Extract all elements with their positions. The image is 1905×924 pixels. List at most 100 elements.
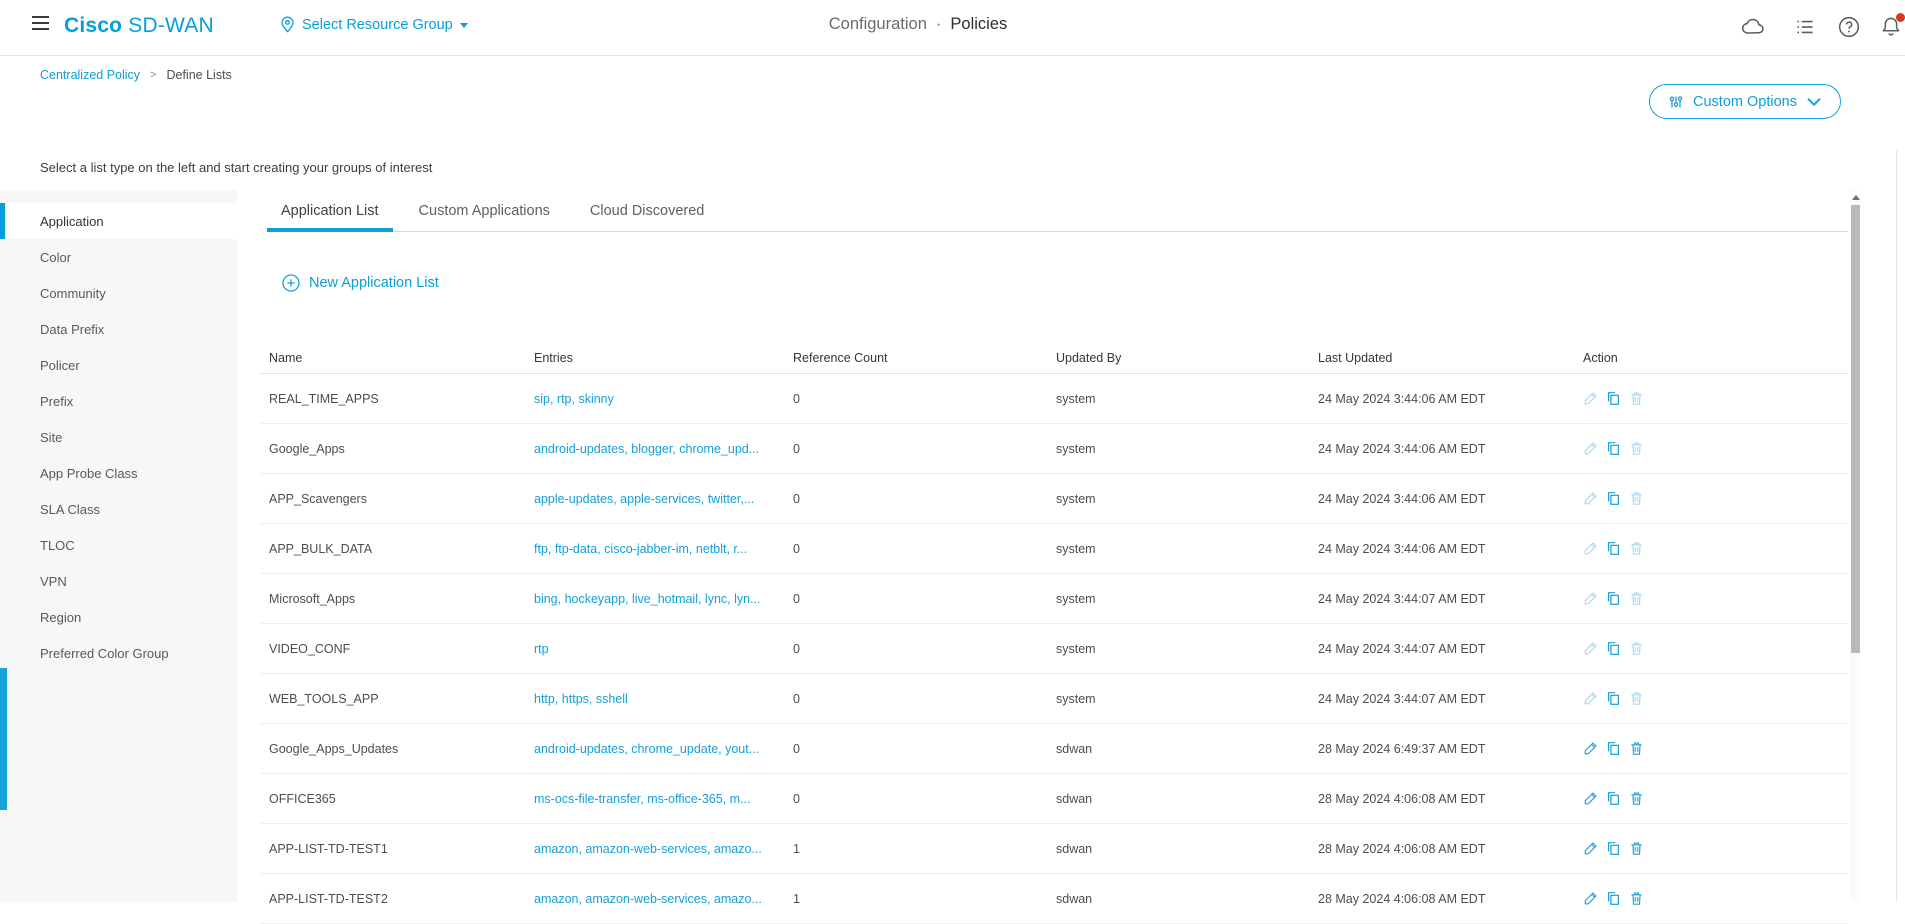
delete-icon[interactable] [1629, 441, 1644, 456]
edit-icon[interactable] [1583, 391, 1598, 406]
tab-application-list[interactable]: Application List [267, 190, 393, 231]
sidebar-item-vpn[interactable]: VPN [0, 563, 237, 599]
last-updated: 24 May 2024 3:44:07 AM EDT [1318, 692, 1583, 706]
reference-count: 0 [793, 742, 1056, 756]
delete-icon[interactable] [1629, 741, 1644, 756]
task-list-icon[interactable] [1792, 14, 1818, 40]
table-row: APP_BULK_DATAftp, ftp-data, cisco-jabber… [261, 524, 1848, 574]
edit-icon[interactable] [1583, 641, 1598, 656]
entries-links[interactable]: rtp [534, 642, 793, 656]
sidebar-item-preferred-color-group[interactable]: Preferred Color Group [0, 635, 237, 671]
entries-links[interactable]: apple-updates, apple-services, twitter,.… [534, 492, 793, 506]
list-type-sidebar: ApplicationColorCommunityData PrefixPoli… [0, 190, 237, 902]
row-actions [1583, 541, 1848, 556]
vertical-scrollbar[interactable] [1850, 190, 1861, 902]
copy-icon[interactable] [1606, 691, 1621, 706]
entries-links[interactable]: http, https, sshell [534, 692, 793, 706]
new-application-list-button[interactable]: New Application List [282, 274, 439, 292]
edit-icon[interactable] [1583, 891, 1598, 906]
tab-custom-applications[interactable]: Custom Applications [405, 190, 564, 231]
delete-icon[interactable] [1629, 641, 1644, 656]
sidebar-item-label: Region [40, 610, 81, 625]
table-row: APP_Scavengersapple-updates, apple-servi… [261, 474, 1848, 524]
page-title: Configuration·Policies [0, 15, 1836, 34]
edit-icon[interactable] [1583, 491, 1598, 506]
entries-links[interactable]: android-updates, chrome_update, yout... [534, 742, 793, 756]
sidebar-item-community[interactable]: Community [0, 275, 237, 311]
cloud-icon[interactable] [1740, 14, 1766, 40]
delete-icon[interactable] [1629, 391, 1644, 406]
edit-icon[interactable] [1583, 591, 1598, 606]
sidebar-item-policer[interactable]: Policer [0, 347, 237, 383]
title-section: Configuration [829, 15, 927, 33]
sidebar-item-color[interactable]: Color [0, 239, 237, 275]
edit-icon[interactable] [1583, 791, 1598, 806]
column-header-updated-by: Updated By [1056, 351, 1318, 365]
delete-icon[interactable] [1629, 541, 1644, 556]
entries-links[interactable]: amazon, amazon-web-services, amazo... [534, 892, 793, 906]
copy-icon[interactable] [1606, 841, 1621, 856]
copy-icon[interactable] [1606, 441, 1621, 456]
copy-icon[interactable] [1606, 491, 1621, 506]
sidebar-item-tloc[interactable]: TLOC [0, 527, 237, 563]
row-actions [1583, 741, 1848, 756]
help-icon[interactable] [1836, 14, 1862, 40]
edit-icon[interactable] [1583, 841, 1598, 856]
edit-icon[interactable] [1583, 441, 1598, 456]
scrollbar-thumb[interactable] [1851, 205, 1860, 653]
entries-links[interactable]: amazon, amazon-web-services, amazo... [534, 842, 793, 856]
copy-icon[interactable] [1606, 541, 1621, 556]
entries-links[interactable]: ftp, ftp-data, cisco-jabber-im, netblt, … [534, 542, 793, 556]
sidebar-item-application[interactable]: Application [0, 203, 237, 239]
list-name: Google_Apps_Updates [269, 742, 534, 756]
delete-icon[interactable] [1629, 841, 1644, 856]
last-updated: 28 May 2024 4:06:08 AM EDT [1318, 792, 1583, 806]
instruction-text: Select a list type on the left and start… [40, 160, 432, 175]
edit-icon[interactable] [1583, 541, 1598, 556]
custom-options-button[interactable]: Custom Options [1649, 84, 1841, 119]
notification-badge [1896, 13, 1905, 22]
entries-links[interactable]: sip, rtp, skinny [534, 392, 793, 406]
scroll-up-button[interactable] [1850, 192, 1861, 203]
sidebar-item-site[interactable]: Site [0, 419, 237, 455]
edit-icon[interactable] [1583, 691, 1598, 706]
notification-bell-icon[interactable] [1878, 14, 1904, 40]
copy-icon[interactable] [1606, 741, 1621, 756]
delete-icon[interactable] [1629, 691, 1644, 706]
column-header-last-updated: Last Updated [1318, 351, 1583, 365]
reference-count: 0 [793, 792, 1056, 806]
breadcrumb-centralized-policy[interactable]: Centralized Policy [40, 68, 140, 82]
table-row: Microsoft_Appsbing, hockeyapp, live_hotm… [261, 574, 1848, 624]
chevron-down-icon [1806, 94, 1822, 110]
entries-links[interactable]: android-updates, blogger, chrome_upd... [534, 442, 793, 456]
tab-cloud-discovered[interactable]: Cloud Discovered [576, 190, 718, 231]
delete-icon[interactable] [1629, 891, 1644, 906]
table-row: WEB_TOOLS_APPhttp, https, sshell0system2… [261, 674, 1848, 724]
sidebar-item-region[interactable]: Region [0, 599, 237, 635]
copy-icon[interactable] [1606, 391, 1621, 406]
entries-links[interactable]: ms-ocs-file-transfer, ms-office-365, m..… [534, 792, 793, 806]
copy-icon[interactable] [1606, 641, 1621, 656]
last-updated: 28 May 2024 4:06:08 AM EDT [1318, 892, 1583, 906]
table-header: NameEntriesReference CountUpdated ByLast… [261, 342, 1848, 374]
list-name: WEB_TOOLS_APP [269, 692, 534, 706]
copy-icon[interactable] [1606, 591, 1621, 606]
delete-icon[interactable] [1629, 591, 1644, 606]
sidebar-item-data-prefix[interactable]: Data Prefix [0, 311, 237, 347]
sidebar-item-prefix[interactable]: Prefix [0, 383, 237, 419]
table-row: APP-LIST-TD-TEST2amazon, amazon-web-serv… [261, 874, 1848, 924]
row-actions [1583, 641, 1848, 656]
delete-icon[interactable] [1629, 791, 1644, 806]
list-name: APP_BULK_DATA [269, 542, 534, 556]
sidebar-item-sla-class[interactable]: SLA Class [0, 491, 237, 527]
breadcrumb-current: Define Lists [166, 68, 231, 82]
copy-icon[interactable] [1606, 791, 1621, 806]
delete-icon[interactable] [1629, 491, 1644, 506]
edit-icon[interactable] [1583, 741, 1598, 756]
sidebar-item-label: SLA Class [40, 502, 100, 517]
column-header-action: Action [1583, 351, 1848, 365]
sidebar-item-app-probe-class[interactable]: App Probe Class [0, 455, 237, 491]
entries-links[interactable]: bing, hockeyapp, live_hotmail, lync, lyn… [534, 592, 793, 606]
copy-icon[interactable] [1606, 891, 1621, 906]
updated-by: system [1056, 542, 1318, 556]
